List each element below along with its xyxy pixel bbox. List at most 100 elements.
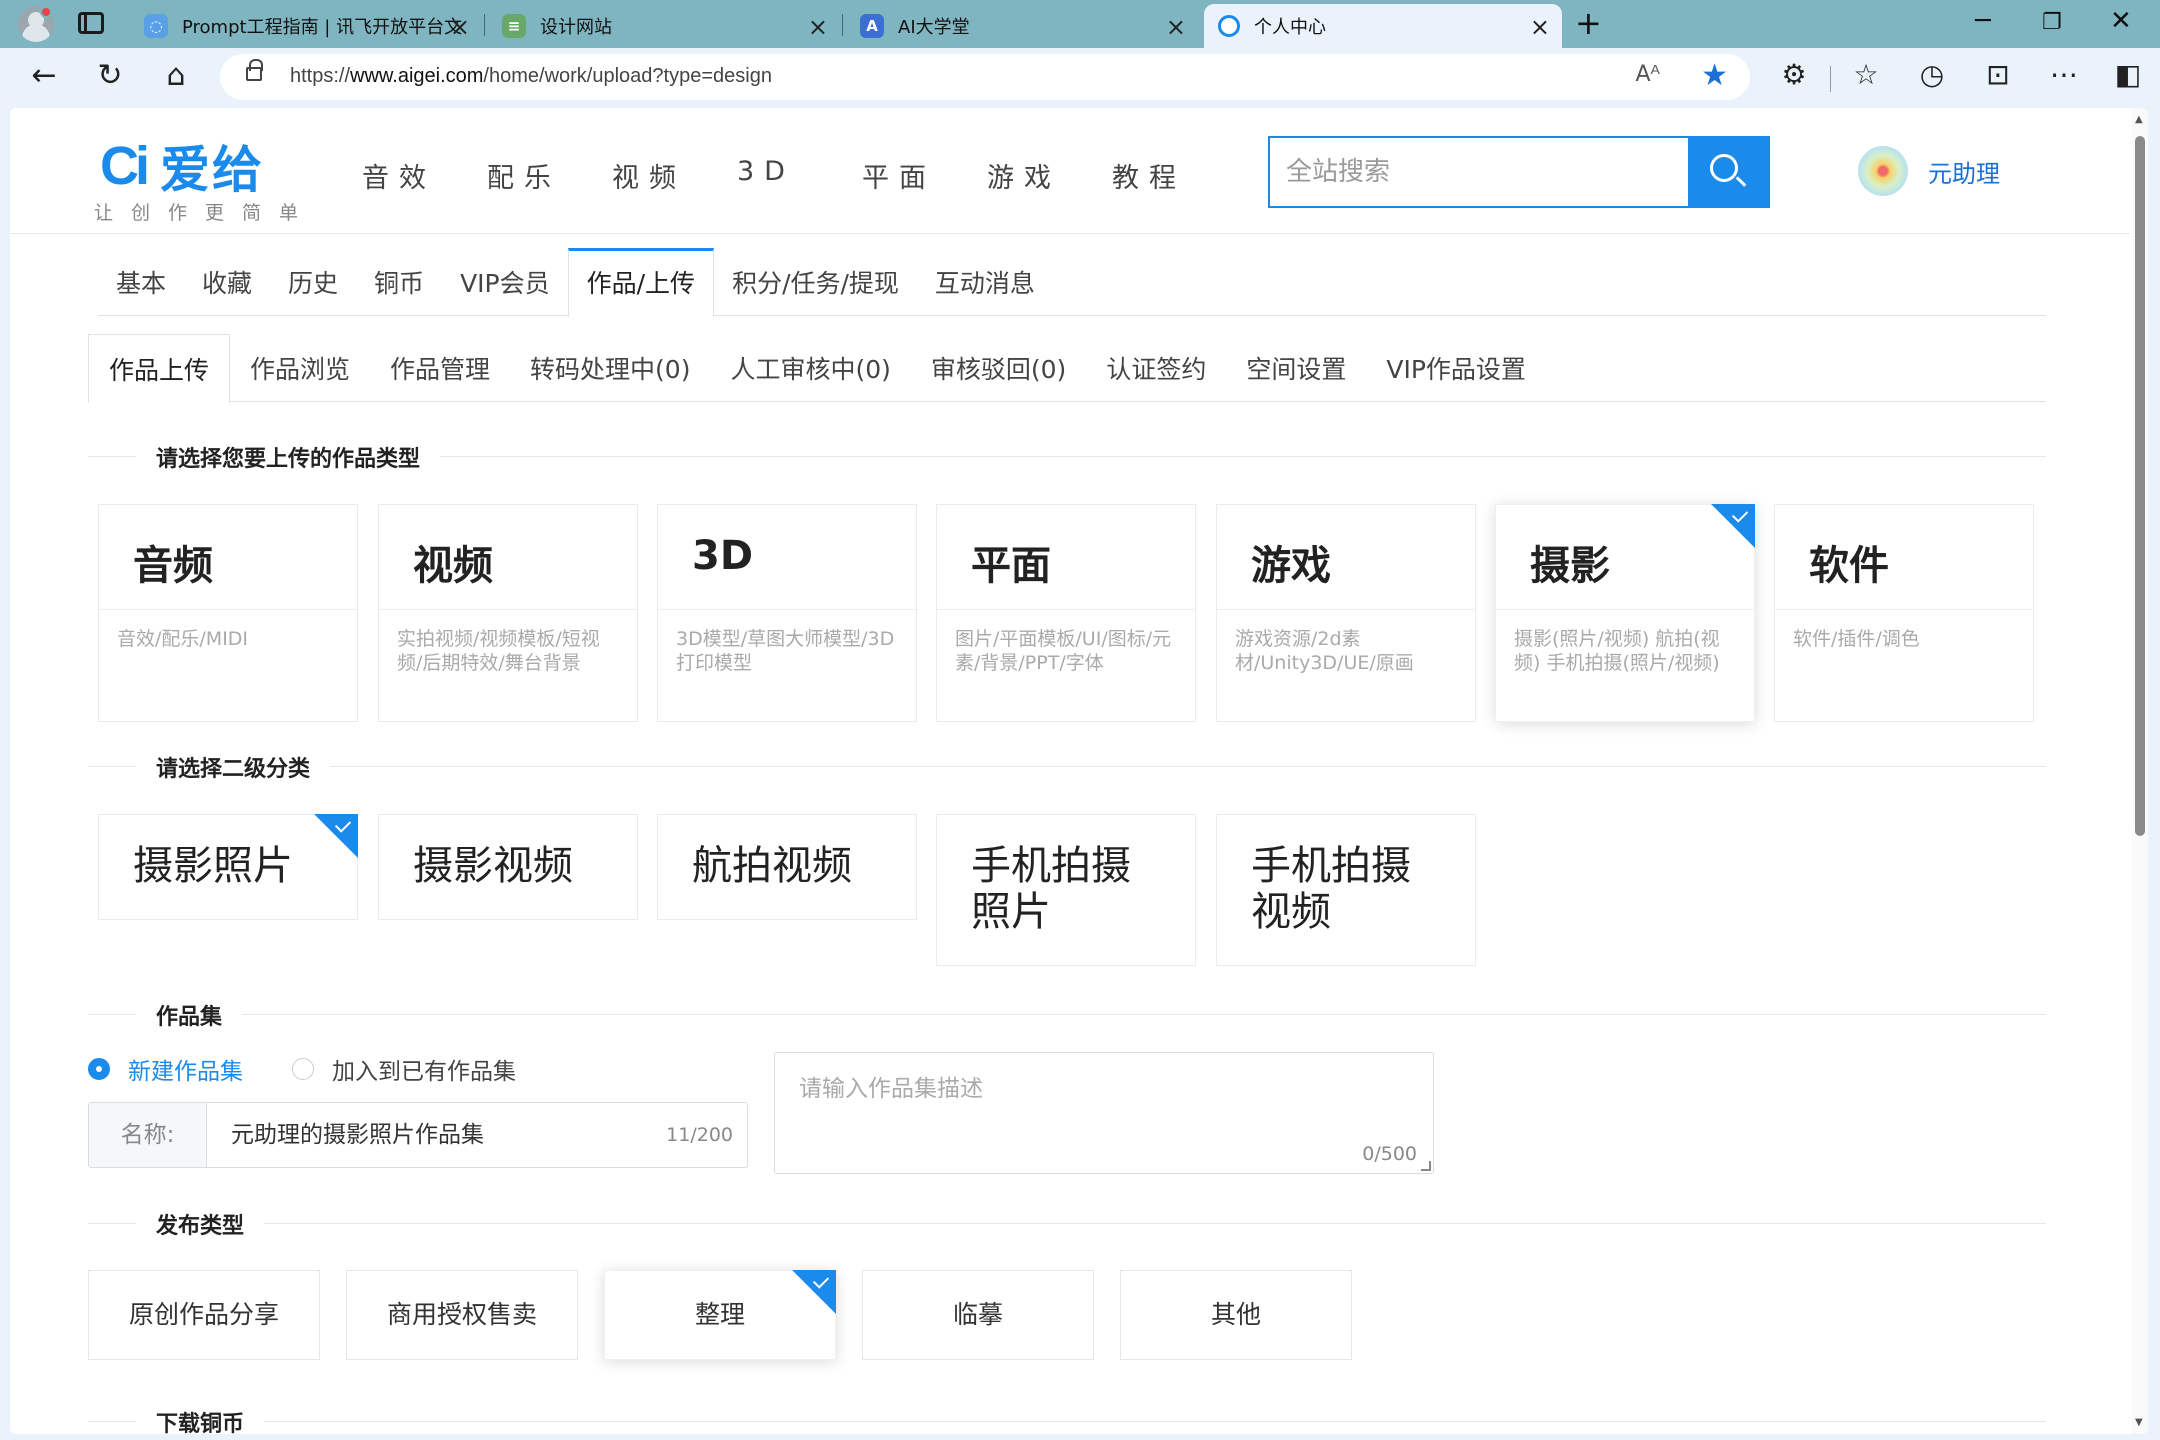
tab-title: 设计网站 — [540, 17, 612, 38]
favorite-star-icon[interactable]: ★ — [1701, 58, 1728, 93]
publish-commercial[interactable]: 商用授权售卖 — [346, 1270, 578, 1360]
card-divider — [1775, 609, 2033, 610]
tab-upload[interactable]: 作品上传 — [88, 334, 231, 403]
publish-other[interactable]: 其他 — [1120, 1270, 1352, 1360]
card-title: 软件 — [1809, 543, 1889, 589]
nav-item-graphic[interactable]: 平面 — [862, 156, 987, 195]
search-button[interactable] — [1688, 136, 1770, 208]
nav-item-game[interactable]: 游戏 — [987, 156, 1112, 195]
search-icon — [1710, 154, 1738, 182]
home-icon[interactable]: ⌂ — [156, 58, 196, 93]
tab-points[interactable]: 积分/任务/提现 — [714, 248, 917, 316]
tab-coins[interactable]: 铜币 — [356, 248, 442, 316]
card-divider — [99, 609, 357, 610]
minimize-icon[interactable]: ─ — [1975, 6, 1991, 36]
tab-favorites[interactable]: 收藏 — [184, 248, 270, 316]
url-field[interactable]: https://www.aigei.com/home/work/upload?t… — [220, 54, 1750, 100]
sub-card-photo[interactable]: 摄影照片 — [98, 814, 358, 920]
history-icon[interactable]: ◷ — [1912, 58, 1952, 91]
close-tab-icon[interactable]: × — [808, 13, 828, 41]
card-desc: 游戏资源/2d素材/Unity3D/UE/原画 — [1235, 628, 1414, 674]
favorites-icon[interactable]: ☆ — [1846, 58, 1886, 91]
radio-new-collection[interactable]: 新建作品集 — [88, 1052, 243, 1086]
scrollbar-thumb[interactable] — [2135, 136, 2145, 836]
logo-text: 爱给 — [160, 141, 264, 199]
avatar[interactable] — [1858, 146, 1908, 196]
close-window-icon[interactable]: ✕ — [2110, 6, 2132, 36]
tab-rejected[interactable]: 审核驳回(0) — [911, 334, 1086, 402]
collection-desc-textarea[interactable]: 请输入作品集描述 0/500 — [774, 1052, 1434, 1174]
tab-vip[interactable]: VIP会员 — [442, 248, 568, 316]
reload-icon[interactable]: ↻ — [90, 58, 130, 93]
type-card-video[interactable]: 视频 实拍视频/视频模板/短视频/后期特效/舞台背景 — [378, 504, 638, 722]
tab-messages[interactable]: 互动消息 — [917, 248, 1053, 316]
extensions-icon[interactable]: ⚙ — [1774, 58, 1814, 91]
type-card-audio[interactable]: 音频 音效/配乐/MIDI — [98, 504, 358, 722]
tab-transcoding[interactable]: 转码处理中(0) — [510, 334, 710, 402]
tab-review[interactable]: 人工审核中(0) — [710, 334, 910, 402]
type-card-game[interactable]: 游戏 游戏资源/2d素材/Unity3D/UE/原画 — [1216, 504, 1476, 722]
read-aloud-icon[interactable]: Aᴬ — [1635, 62, 1660, 87]
card-desc: 实拍视频/视频模板/短视频/后期特效/舞台背景 — [397, 628, 600, 674]
scroll-up-icon[interactable]: ▲ — [2135, 114, 2143, 125]
browser-tab-2[interactable]: ≡ 设计网站 × — [488, 4, 840, 48]
nav-item-audio[interactable]: 音效 — [362, 156, 487, 195]
type-card-3d[interactable]: 3D 3D模型/草图大师模型/3D打印模型 — [657, 504, 917, 722]
card-title: 音频 — [133, 543, 213, 589]
tab-space-settings[interactable]: 空间设置 — [1226, 334, 1366, 402]
restore-icon[interactable]: ❐ — [2042, 10, 2062, 35]
site-logo[interactable]: Ci 爱给 — [100, 130, 264, 202]
back-icon[interactable]: ← — [24, 58, 64, 93]
nav-item-music[interactable]: 配乐 — [487, 156, 612, 195]
nav-item-video[interactable]: 视频 — [612, 156, 737, 195]
type-card-graphic[interactable]: 平面 图片/平面模板/UI/图标/元素/背景/PPT/字体 — [936, 504, 1196, 722]
sub-card-photo-video[interactable]: 摄影视频 — [378, 814, 638, 920]
screenshot-icon[interactable]: ⊡ — [1978, 58, 2018, 91]
publish-curated[interactable]: 整理 — [604, 1270, 836, 1360]
tab-divider — [842, 14, 843, 36]
publish-original[interactable]: 原创作品分享 — [88, 1270, 320, 1360]
browser-tab-4-active[interactable]: 个人中心 × — [1204, 4, 1562, 48]
char-count: 11/200 — [666, 1124, 733, 1146]
nav-item-3d[interactable]: 3D — [737, 156, 862, 195]
card-title: 游戏 — [1251, 543, 1331, 589]
type-card-photography[interactable]: 摄影 摄影(照片/视频) 航拍(视频) 手机拍摄(照片/视频) — [1495, 504, 1755, 722]
sidebar-toggle-icon[interactable]: ◧ — [2108, 58, 2148, 91]
close-tab-icon[interactable]: × — [450, 13, 470, 41]
tab-vip-settings[interactable]: VIP作品设置 — [1366, 334, 1546, 402]
card-divider — [658, 609, 916, 610]
card-title: 视频 — [413, 543, 493, 589]
tab-history[interactable]: 历史 — [270, 248, 356, 316]
search-input[interactable] — [1270, 138, 1690, 206]
type-card-software[interactable]: 软件 软件/插件/调色 — [1774, 504, 2034, 722]
radio-label: 新建作品集 — [128, 1059, 243, 1085]
scroll-down-icon[interactable]: ▼ — [2135, 1417, 2143, 1428]
tab-basic[interactable]: 基本 — [98, 248, 184, 316]
card-desc: 摄影(照片/视频) 航拍(视频) 手机拍摄(照片/视频) — [1514, 628, 1720, 674]
radio-existing-collection[interactable]: 加入到已有作品集 — [292, 1052, 516, 1086]
more-menu-icon[interactable]: ⋯ — [2044, 58, 2084, 91]
close-tab-icon[interactable]: × — [1530, 13, 1550, 41]
browser-tab-1[interactable]: ◌ Prompt工程指南 | 讯飞开放平台文档 × — [130, 4, 482, 48]
tab-works-upload[interactable]: 作品/上传 — [567, 248, 715, 317]
sub-card-aerial-video[interactable]: 航拍视频 — [657, 814, 917, 920]
nav-item-tutorial[interactable]: 教程 — [1112, 156, 1237, 195]
page-scrollbar[interactable]: ▲ ▼ — [2132, 108, 2148, 1434]
tab-manage[interactable]: 作品管理 — [370, 334, 510, 402]
lock-icon — [246, 59, 263, 81]
tab-actions-icon[interactable] — [78, 12, 104, 34]
sub-card-mobile-video[interactable]: 手机拍摄视频 — [1216, 814, 1476, 966]
card-desc: 软件/插件/调色 — [1793, 628, 1920, 650]
sub-card-mobile-photo[interactable]: 手机拍摄照片 — [936, 814, 1196, 966]
username[interactable]: 元助理 — [1928, 154, 2000, 189]
collection-name-field[interactable]: 名称: 元助理的摄影照片作品集 11/200 — [88, 1102, 748, 1168]
tab-browse[interactable]: 作品浏览 — [230, 334, 370, 402]
browser-tab-3[interactable]: A AI大学堂 × — [846, 4, 1198, 48]
publish-copy[interactable]: 临摹 — [862, 1270, 1094, 1360]
user-menu[interactable]: 元助理 — [1858, 146, 2000, 196]
close-tab-icon[interactable]: × — [1166, 13, 1186, 41]
new-tab-icon[interactable]: + — [1575, 4, 1602, 42]
tab-certification[interactable]: 认证签约 — [1086, 334, 1226, 402]
resize-handle-icon[interactable] — [1421, 1161, 1431, 1171]
collection-name-value[interactable]: 元助理的摄影照片作品集 — [231, 1103, 484, 1167]
